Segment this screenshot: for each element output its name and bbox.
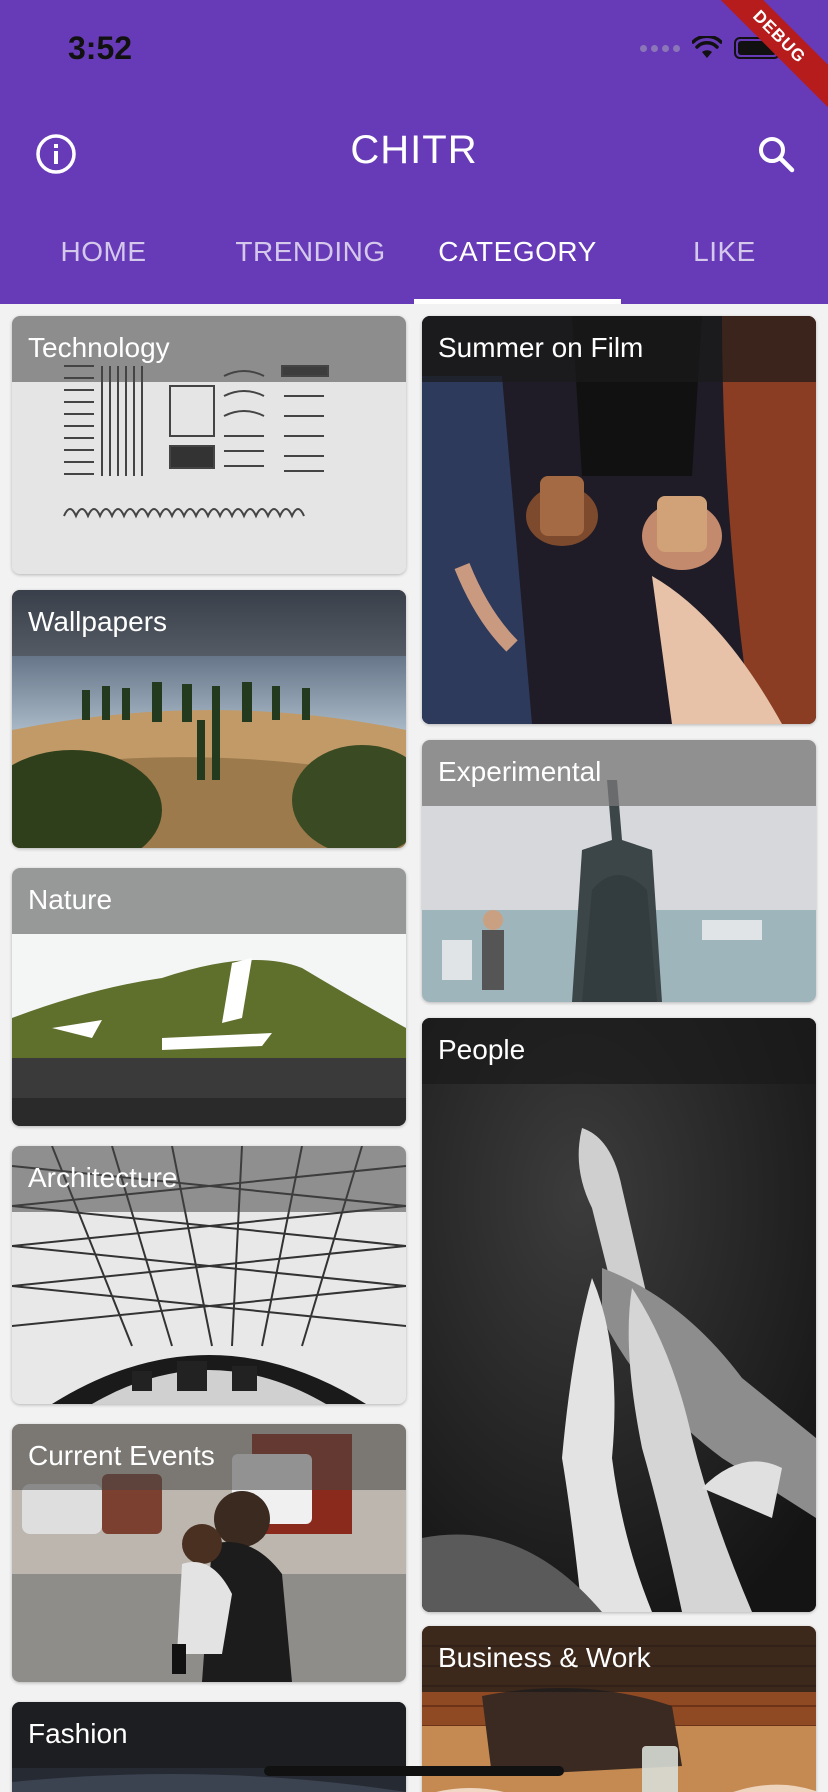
category-label: Business & Work xyxy=(422,1626,816,1692)
app-title: CHITR xyxy=(350,128,478,172)
category-label: Current Events xyxy=(12,1424,406,1490)
home-indicator[interactable] xyxy=(264,1766,564,1776)
category-card-architecture[interactable]: Architecture xyxy=(12,1146,406,1404)
category-card-nature[interactable]: Nature xyxy=(12,868,406,1126)
category-card-fashion[interactable]: Fashion xyxy=(12,1702,406,1792)
search-button[interactable] xyxy=(754,132,798,176)
cellular-signal-icon xyxy=(640,44,680,52)
status-time: 3:52 xyxy=(68,30,133,66)
category-card-current-events[interactable]: Current Events xyxy=(12,1424,406,1682)
category-label: People xyxy=(422,1018,816,1084)
people-image xyxy=(422,1018,816,1612)
category-label: Nature xyxy=(12,868,406,934)
category-card-experimental[interactable]: Experimental xyxy=(422,740,816,1002)
category-label: Fashion xyxy=(12,1702,406,1768)
app-bar: 3:52 DEBUG CHITR HOME TRENDING CATEGORY … xyxy=(0,0,828,304)
category-label: Wallpapers xyxy=(12,590,406,656)
category-label: Experimental xyxy=(422,740,816,806)
category-card-technology[interactable]: Technology xyxy=(12,316,406,574)
tab-category[interactable]: CATEGORY xyxy=(414,236,621,268)
tab-home[interactable]: HOME xyxy=(0,236,207,268)
category-grid: Technology Summer on Film Wallpapers Exp… xyxy=(0,304,828,1792)
wifi-icon xyxy=(692,36,722,58)
tab-bar: HOME TRENDING CATEGORY LIKE xyxy=(0,222,828,304)
category-label: Architecture xyxy=(12,1146,406,1212)
category-card-wallpapers[interactable]: Wallpapers xyxy=(12,590,406,848)
category-card-summer-on-film[interactable]: Summer on Film xyxy=(422,316,816,724)
category-card-people[interactable]: People xyxy=(422,1018,816,1612)
tab-trending[interactable]: TRENDING xyxy=(207,236,414,268)
category-label: Summer on Film xyxy=(422,316,816,382)
tab-like[interactable]: LIKE xyxy=(621,236,828,268)
category-label: Technology xyxy=(12,316,406,382)
search-icon xyxy=(759,137,795,173)
status-icons xyxy=(640,36,784,60)
